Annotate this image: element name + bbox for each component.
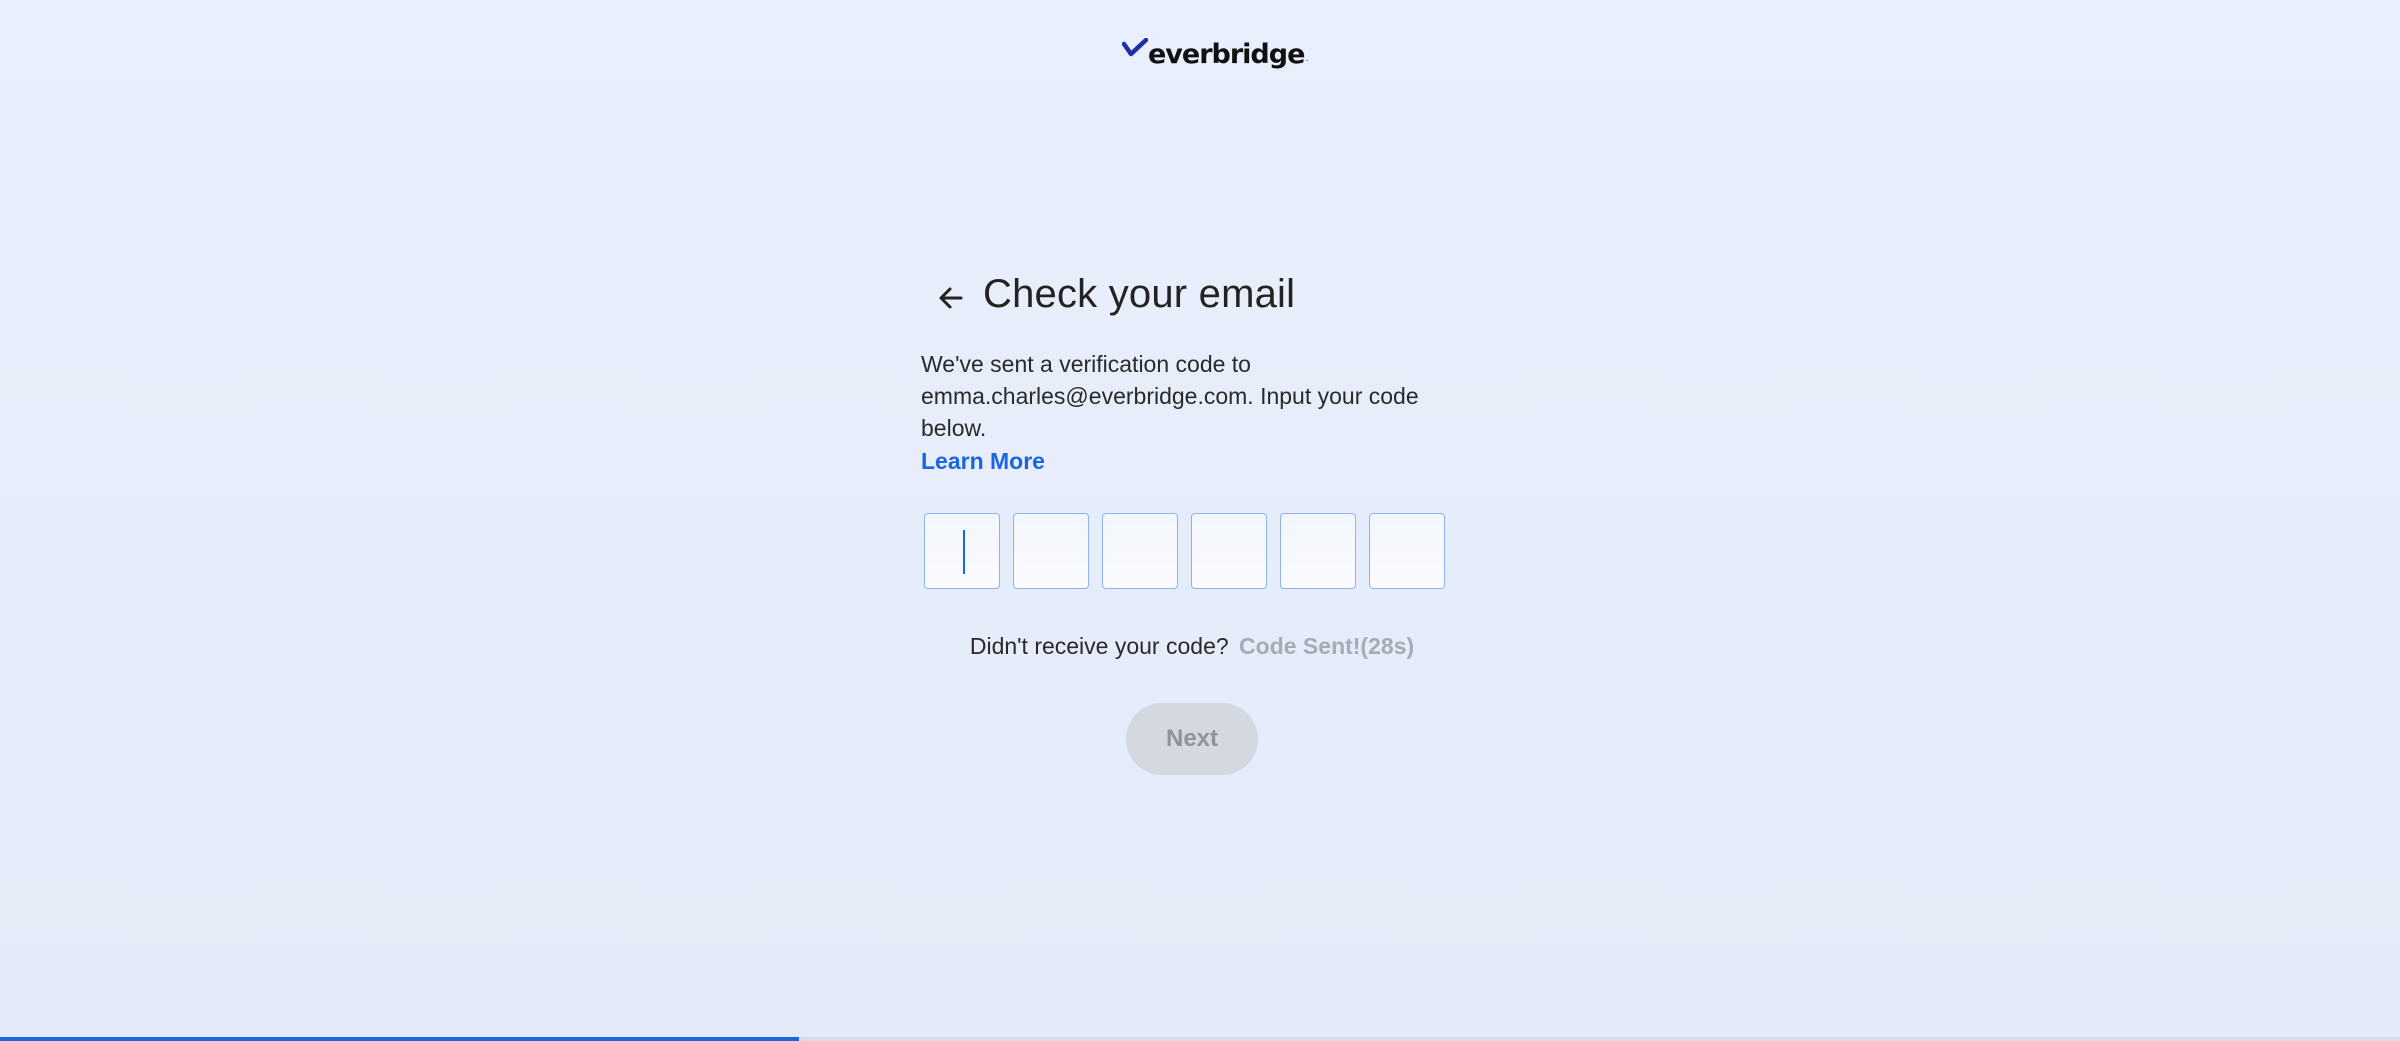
resend-code-status: Code Sent!(28s) (1239, 633, 1415, 659)
verification-card: Check your email We've sent a verificati… (921, 262, 1481, 775)
page-title: Check your email (983, 271, 1296, 316)
next-button[interactable]: Next (1126, 703, 1258, 775)
progress-bar (0, 1037, 2400, 1041)
code-digit-input-6[interactable] (1369, 513, 1445, 589)
arrow-left-icon (939, 287, 963, 309)
code-digit-input-2[interactable] (1013, 513, 1089, 589)
resend-row: Didn't receive your code? Code Sent!(28s… (921, 633, 1463, 660)
code-digit-input-1[interactable] (924, 513, 1000, 589)
code-digit-input-4[interactable] (1191, 513, 1267, 589)
back-button[interactable] (927, 274, 975, 322)
brand-name: everbridge (1148, 38, 1305, 70)
code-digit-input-5[interactable] (1280, 513, 1356, 589)
learn-more-link[interactable]: Learn More (921, 448, 1045, 475)
checkmark-logo-icon (1122, 38, 1148, 57)
everbridge-logo: everbridge · (1122, 34, 1309, 74)
code-input-group (924, 513, 1481, 589)
resend-prompt: Didn't receive your code? (969, 633, 1229, 659)
progress-fill (0, 1037, 800, 1041)
text-caret (963, 530, 965, 574)
next-button-wrap: Next (921, 703, 1463, 775)
trademark-mark: · (1305, 54, 1309, 66)
verification-description: We've sent a verification code to emma.c… (921, 351, 1419, 441)
code-digit-input-3[interactable] (1102, 513, 1178, 589)
title-row: Check your email (921, 262, 1481, 326)
